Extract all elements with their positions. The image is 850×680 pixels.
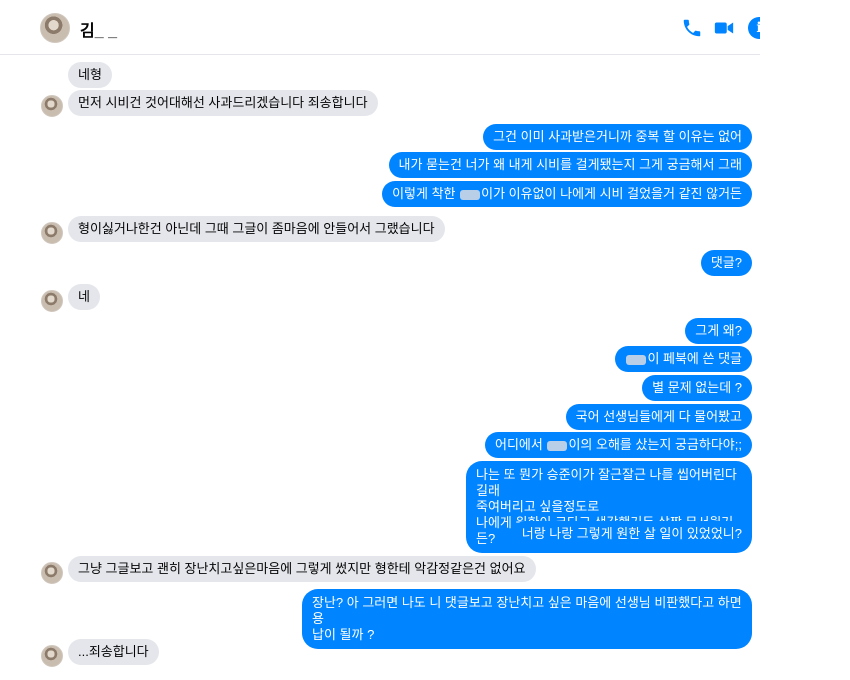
sender-avatar[interactable]: [41, 95, 63, 117]
incoming-message: 그냥 그글보고 괜히 장난치고싶은마음에 그렇게 썼지만 형한테 악감정같은건 …: [68, 556, 536, 582]
incoming-message: 형이싫거나한건 아닌데 그때 그글이 좀마음에 안들어서 그랬습니다: [68, 216, 445, 242]
outgoing-message: 장난? 아 그러면 나도 니 댓글보고 장난치고 싶은 마음에 선생님 비판했다…: [302, 589, 752, 649]
message-text: 이의 오해를 샀는지 궁금하다야;;: [568, 437, 742, 452]
message-line: 납이 될까 ?: [312, 627, 375, 642]
outgoing-message: 그게 왜?: [685, 318, 752, 344]
outgoing-message: 이렇게 착한 이가 이유없이 나에게 시비 걸었을거 같진 않거든: [382, 181, 752, 207]
message-line: 장난? 아 그러면 나도 니 댓글보고 장난치고 싶은 마음에 선생님 비판했다…: [312, 595, 742, 626]
message-text: 이렇게 착한: [392, 186, 460, 201]
redacted-name: [460, 189, 481, 200]
chat-header: 김_ _ i: [0, 0, 760, 55]
redacted-name: [626, 354, 647, 365]
incoming-message: 네형: [68, 62, 112, 88]
outgoing-message: 어디에서 이의 오해를 샀는지 궁금하다야;;: [485, 432, 752, 458]
sender-avatar[interactable]: [41, 222, 63, 244]
message-text: 이가 이유없이 나에게 시비 걸었을거 같진 않거든: [481, 186, 742, 201]
outgoing-message: 그건 이미 사과받은거니까 중복 할 이유는 없어: [483, 124, 752, 150]
outgoing-message: 이 페북에 쓴 댓글: [615, 346, 752, 372]
phone-icon[interactable]: [681, 17, 703, 39]
message-line: 죽여버리고 싶을정도로: [476, 499, 600, 514]
outgoing-message: 내가 묻는건 너가 왜 내게 시비를 걸게됐는지 그게 궁금해서 그래: [388, 152, 752, 178]
sender-avatar[interactable]: [41, 645, 63, 667]
contact-name[interactable]: 김_ _: [80, 17, 117, 41]
outgoing-message: 댓글?: [700, 250, 752, 276]
video-camera-icon[interactable]: [713, 17, 735, 39]
chat-panel: 김_ _ i 네형 먼저 시비건 것어대해선 사과드리겠습니다 죄송합니다 그건…: [0, 0, 760, 680]
sender-avatar[interactable]: [41, 562, 63, 584]
incoming-message: 네: [68, 284, 100, 310]
contact-avatar[interactable]: [40, 13, 70, 43]
message-text: 이 페북에 쓴 댓글: [647, 351, 742, 366]
sender-avatar[interactable]: [41, 290, 63, 312]
info-icon[interactable]: i: [748, 17, 760, 39]
incoming-message: ...죄송합니다: [68, 639, 159, 665]
message-text: 어디에서: [495, 437, 547, 452]
incoming-message: 먼저 시비건 것어대해선 사과드리겠습니다 죄송합니다: [68, 90, 378, 116]
outgoing-message: 별 문제 없는데 ?: [642, 375, 752, 401]
outgoing-message: 너랑 나랑 그렇게 원한 살 일이 있었었니?: [511, 521, 752, 547]
message-line: 나는 또 뭔가 승준이가 잘근잘근 나를 씹어버린다길래: [476, 467, 737, 498]
outgoing-message: 국어 선생님들에게 다 물어봤고: [565, 404, 752, 430]
redacted-name: [547, 440, 568, 451]
